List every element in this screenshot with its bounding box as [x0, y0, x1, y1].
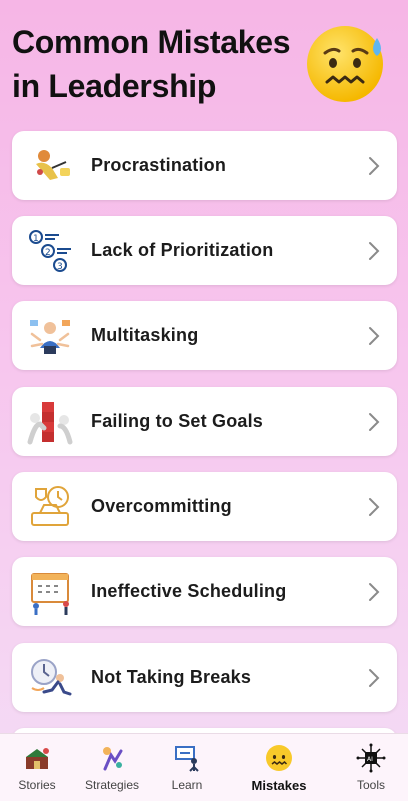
mistake-card-failing-to-set-goals[interactable]: Failing to Set Goals: [12, 387, 397, 456]
tools-icon: AI: [356, 743, 386, 773]
procrastination-illustration-icon: [36, 150, 70, 180]
chevron-right-icon: [369, 498, 380, 516]
page-title: Common Mistakes in Leadership: [12, 24, 291, 104]
mistake-card-ineffective-scheduling[interactable]: Ineffective Scheduling: [12, 557, 397, 626]
tab-stories[interactable]: Stories: [0, 734, 74, 801]
svg-text:1: 1: [33, 234, 39, 244]
mistake-label: Procrastination: [91, 155, 227, 175]
mistake-label: Failing to Set Goals: [91, 411, 264, 431]
mistake-label: Ineffective Scheduling: [91, 581, 287, 601]
chevron-right-icon: [369, 583, 380, 601]
tab-mistakes[interactable]: Mistakes: [224, 734, 334, 801]
clock-and-award-icon: [31, 486, 69, 526]
chevron-right-icon: [369, 157, 380, 175]
tab-strategies[interactable]: Strategies: [74, 734, 150, 801]
chevron-right-icon: [369, 327, 380, 345]
anxious-face-icon: [307, 26, 383, 102]
mistake-label: Lack of Prioritization: [91, 240, 274, 260]
mistake-label: Overcommitting: [91, 496, 232, 516]
tab-tools[interactable]: AI Tools: [334, 734, 408, 801]
calendar-scheduling-icon: [31, 573, 69, 615]
tab-label: Strategies: [84, 778, 140, 792]
bottom-tab-bar: Stories Strategies Learn Mistakes AI Too…: [0, 733, 408, 801]
tab-label: Stories: [18, 778, 56, 792]
numbered-priority-list-icon: 1 2 3: [29, 230, 71, 272]
chevron-right-icon: [369, 669, 380, 687]
svg-text:AI: AI: [367, 756, 373, 763]
mistake-card-overcommitting[interactable]: Overcommitting: [12, 472, 397, 541]
tab-label: Tools: [356, 778, 385, 792]
mistake-card-multitasking[interactable]: Multitasking: [12, 301, 397, 370]
svg-text:2: 2: [45, 248, 51, 258]
anxious-face-icon: [266, 745, 292, 771]
svg-text:3: 3: [57, 262, 63, 272]
goal-blocks-icon: [27, 402, 73, 445]
tab-label: Learn: [171, 778, 203, 792]
mistake-card-procrastination[interactable]: Procrastination: [12, 131, 397, 200]
chevron-right-icon: [369, 242, 380, 260]
mistake-label: Not Taking Breaks: [91, 667, 252, 687]
mistake-card-not-taking-breaks[interactable]: Not Taking Breaks: [12, 643, 397, 712]
header: Common Mistakes in Leadership: [0, 0, 408, 120]
stories-icon: [26, 748, 49, 769]
mistake-card-lack-of-prioritization[interactable]: 1 2 3 Lack of Prioritization: [12, 216, 397, 285]
strategies-icon: [103, 747, 123, 771]
learn-icon: [175, 746, 199, 772]
tab-learn[interactable]: Learn: [150, 734, 224, 801]
multitasking-person-icon: [30, 320, 70, 354]
chevron-right-icon: [369, 413, 380, 431]
mistake-label: Multitasking: [91, 325, 199, 345]
tab-label: Mistakes: [251, 778, 307, 793]
clock-running-person-icon: [31, 659, 72, 696]
